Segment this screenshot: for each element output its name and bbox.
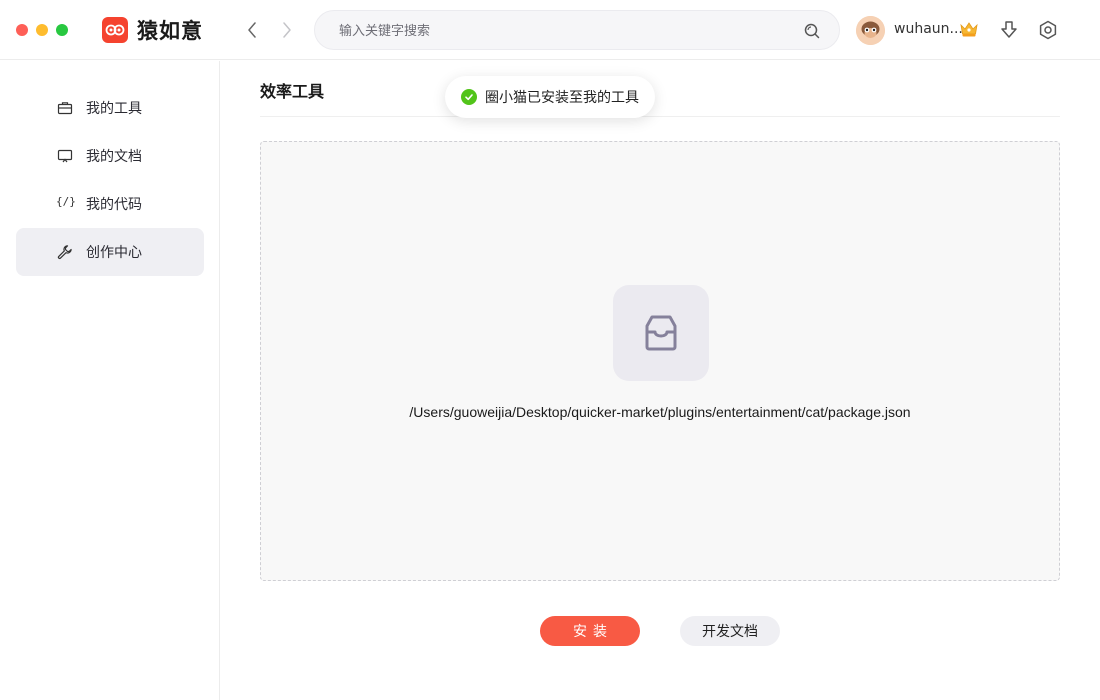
- forward-button[interactable]: [276, 19, 298, 41]
- window-maximize-button[interactable]: [56, 24, 68, 36]
- inbox-icon: [645, 315, 677, 351]
- search-icon[interactable]: [803, 22, 821, 40]
- search-input[interactable]: [339, 20, 779, 42]
- window-close-button[interactable]: [16, 24, 28, 36]
- section-title: 效率工具: [260, 82, 325, 101]
- crown-icon: [960, 22, 978, 37]
- search-bar: [314, 10, 840, 50]
- sidebar-item-label: 我的文档: [86, 149, 142, 165]
- install-button[interactable]: 安装: [540, 616, 640, 646]
- sidebar-item-label: 创作中心: [86, 245, 142, 261]
- package-dropzone[interactable]: /Users/guoweijia/Desktop/quicker-market/…: [260, 141, 1060, 581]
- sidebar-item-label: 我的代码: [86, 197, 142, 213]
- avatar[interactable]: [856, 16, 885, 45]
- username[interactable]: wuhaun...: [894, 21, 963, 37]
- app-name: 猿如意: [137, 19, 203, 43]
- settings-icon[interactable]: [1037, 19, 1059, 41]
- sidebar: 我的工具 我的文档 {/} 我的代码 创作中心: [0, 61, 220, 700]
- sidebar-item-my-tools[interactable]: 我的工具: [16, 84, 204, 132]
- divider: [260, 116, 1060, 117]
- app-logo-icon: [102, 17, 128, 43]
- package-path: /Users/guoweijia/Desktop/quicker-market/…: [409, 404, 911, 420]
- inbox-icon-tile: [613, 285, 709, 381]
- sidebar-item-creation-center[interactable]: 创作中心: [16, 228, 204, 276]
- sidebar-item-my-code[interactable]: {/} 我的代码: [16, 180, 204, 228]
- briefcase-icon: [57, 102, 73, 115]
- sidebar-item-my-docs[interactable]: 我的文档: [16, 132, 204, 180]
- wrench-icon: [57, 245, 72, 260]
- dev-docs-button[interactable]: 开发文档: [680, 616, 780, 646]
- check-circle-icon: [461, 89, 477, 105]
- code-icon: {/}: [56, 195, 76, 208]
- back-button[interactable]: [241, 19, 263, 41]
- chevron-left-icon: [248, 22, 256, 38]
- sidebar-item-label: 我的工具: [86, 101, 142, 117]
- monitor-icon: [57, 149, 73, 163]
- title-bar: 猿如意 wuhaun...: [0, 0, 1100, 60]
- download-icon[interactable]: [998, 19, 1020, 41]
- window-minimize-button[interactable]: [36, 24, 48, 36]
- success-toast: 圈小猫已安装至我的工具: [445, 76, 655, 118]
- chevron-right-icon: [283, 22, 291, 38]
- toast-message: 圈小猫已安装至我的工具: [485, 90, 639, 106]
